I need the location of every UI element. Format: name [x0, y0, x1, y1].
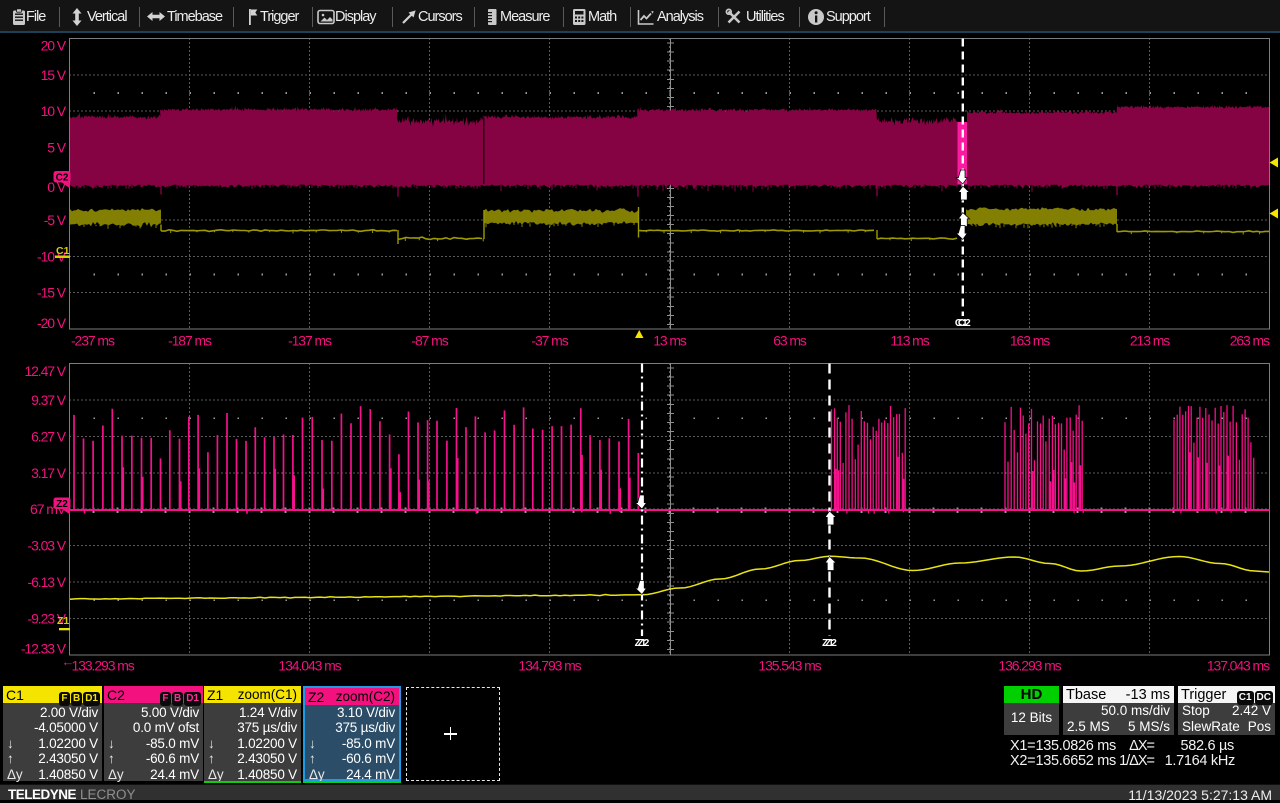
svg-text:10 V: 10 V	[41, 103, 67, 119]
svg-text:3.17 V: 3.17 V	[31, 465, 67, 481]
svg-text:-20 V: -20 V	[37, 315, 67, 331]
svg-text:136.293 ms: 136.293 ms	[998, 658, 1061, 674]
svg-text:113 ms: 113 ms	[890, 333, 929, 349]
svg-text:9.37 V: 9.37 V	[31, 392, 67, 408]
svg-text:-37 ms: -37 ms	[531, 333, 568, 349]
svg-text:C2: C2	[56, 173, 69, 184]
svg-text:213 ms: 213 ms	[1130, 333, 1170, 349]
svg-text:-5 V: -5 V	[44, 212, 67, 228]
svg-text:63 ms: 63 ms	[773, 333, 807, 349]
svg-text:20 V: 20 V	[41, 38, 67, 54]
svg-text:-87 ms: -87 ms	[411, 333, 448, 349]
svg-text:263 ms: 263 ms	[1230, 333, 1270, 349]
svg-text:6.27 V: 6.27 V	[31, 428, 67, 444]
svg-text:134.793 ms: 134.793 ms	[518, 658, 581, 674]
svg-text:Z2: Z2	[56, 499, 68, 510]
svg-text:Z2: Z2	[825, 638, 837, 649]
svg-text:133.293 ms: 133.293 ms	[72, 658, 135, 674]
svg-text:134.043 ms: 134.043 ms	[278, 658, 341, 674]
svg-text:Z1: Z1	[57, 615, 69, 627]
svg-text:137.043 ms: 137.043 ms	[1207, 658, 1270, 674]
svg-text:C1: C1	[56, 245, 70, 257]
svg-text:135.543 ms: 135.543 ms	[758, 658, 821, 674]
svg-text:C2: C2	[958, 318, 971, 329]
svg-text:Z2: Z2	[638, 638, 650, 649]
svg-text:12.47 V: 12.47 V	[24, 363, 66, 379]
svg-text:-6.13 V: -6.13 V	[28, 574, 67, 590]
svg-text:-137 ms: -137 ms	[288, 333, 332, 349]
svg-text:15 V: 15 V	[41, 67, 67, 83]
svg-text:13 ms: 13 ms	[653, 333, 687, 349]
svg-text:163 ms: 163 ms	[1010, 333, 1050, 349]
svg-text:-15 V: -15 V	[37, 285, 67, 301]
svg-text:-187 ms: -187 ms	[168, 333, 212, 349]
svg-text:-237 ms: -237 ms	[71, 333, 115, 349]
svg-text:-3.03 V: -3.03 V	[28, 538, 67, 554]
svg-text:-12.33 V: -12.33 V	[21, 641, 67, 657]
svg-text:5 V: 5 V	[47, 139, 66, 155]
